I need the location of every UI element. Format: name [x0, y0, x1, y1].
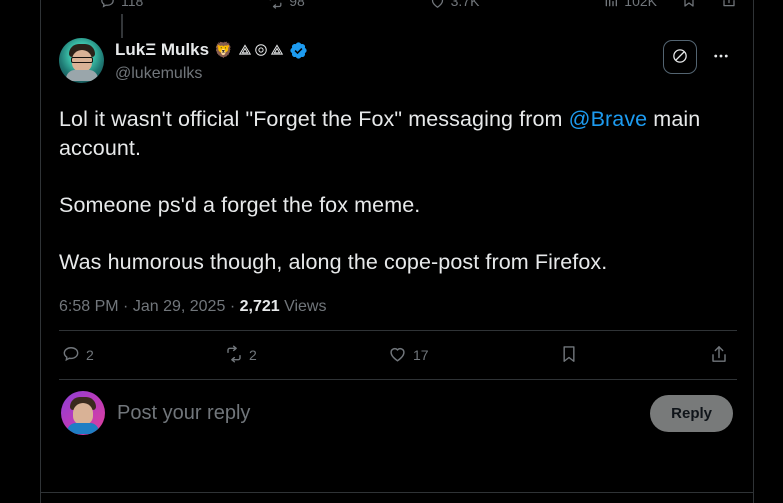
avatar-shirt: [67, 422, 99, 434]
post-container: LukΞ Mulks 🦁 @lukemulks Lol it wasn't of…: [41, 30, 753, 446]
more-options-icon: [712, 47, 730, 68]
author-names: LukΞ Mulks 🦁 @lukemulks: [115, 38, 308, 85]
author-handle[interactable]: @lukemulks: [115, 63, 308, 85]
bookmark-button[interactable]: [559, 344, 579, 367]
post-paragraph-2: Someone ps'd a forget the fox meme.: [59, 193, 421, 217]
share-icon: [709, 344, 729, 367]
like-button[interactable]: 17: [387, 343, 429, 367]
parent-view-count: 102K: [624, 0, 657, 9]
bookmark-icon: [559, 344, 579, 367]
more-options-button[interactable]: [705, 41, 737, 73]
post-text-part-1: Lol it wasn't official "Forget the Fox" …: [59, 107, 569, 131]
author-avatar[interactable]: [59, 38, 104, 83]
current-user-avatar[interactable]: [61, 391, 105, 435]
share-icon[interactable]: [721, 0, 737, 11]
meta-separator-1: ·: [123, 298, 129, 315]
reply-icon: [99, 0, 116, 10]
parent-like-metric[interactable]: 3.7K: [429, 0, 480, 10]
like-count: 17: [413, 347, 429, 363]
post-body-text: Lol it wasn't official "Forget the Fox" …: [59, 105, 705, 277]
avatar-shirt: [65, 70, 98, 82]
verified-badge-icon: [290, 41, 307, 59]
views-bar-chart-icon: [603, 0, 619, 9]
post-date: Jan 29, 2025: [132, 298, 226, 315]
share-button[interactable]: [709, 344, 729, 367]
timeline-column: 118 98 3.7K 102K LukΞ Mulks 🦁 @lukemulks…: [40, 0, 754, 503]
tweet-detail-viewport: 118 98 3.7K 102K LukΞ Mulks 🦁 @lukemulks…: [0, 0, 783, 503]
grok-button[interactable]: [663, 40, 697, 74]
post-views-count: 2,721: [239, 298, 280, 315]
display-name-row[interactable]: LukΞ Mulks 🦁: [115, 39, 308, 61]
parent-reply-metric[interactable]: 118: [99, 0, 143, 10]
post-header: LukΞ Mulks 🦁 @lukemulks: [59, 38, 737, 85]
parent-post-metrics-bar: 118 98 3.7K 102K: [41, 0, 753, 14]
glasses-icon: [70, 57, 93, 64]
parent-repost-count: 98: [289, 0, 305, 9]
post-time: 6:58 PM: [59, 298, 119, 315]
like-icon: [429, 0, 446, 10]
grok-icon: [671, 47, 689, 68]
parent-metrics-right-group: 102K: [603, 0, 737, 11]
avatar-face: [67, 396, 99, 434]
parent-views-metric[interactable]: 102K: [603, 0, 657, 9]
reply-button[interactable]: 2: [61, 344, 94, 367]
reply-submit-button[interactable]: Reply: [650, 394, 733, 432]
avatar-skin: [73, 402, 93, 425]
like-icon: [387, 343, 408, 367]
post-paragraph-3: Was humorous though, along the cope-post…: [59, 250, 608, 274]
author-display-name: LukΞ Mulks: [115, 40, 210, 59]
mention-link-brave[interactable]: @Brave: [569, 107, 648, 131]
repost-icon: [224, 344, 244, 367]
reply-composer: Post your reply Reply: [59, 380, 737, 446]
meta-separator-2: ·: [229, 298, 236, 315]
repost-count: 2: [249, 347, 257, 363]
reply-icon: [61, 344, 81, 367]
lion-emoji-icon: 🦁: [214, 41, 233, 59]
bookmark-icon[interactable]: [681, 0, 697, 11]
repost-button[interactable]: 2: [224, 344, 257, 367]
reply-count: 2: [86, 347, 94, 363]
post-metadata: 6:58 PM · Jan 29, 2025 · 2,721 Views: [59, 296, 737, 317]
parent-repost-metric[interactable]: 98: [267, 0, 305, 10]
post-views-label: Views: [284, 298, 327, 315]
triangle-circle-triangle-icon: [238, 43, 284, 57]
avatar-face: [65, 44, 98, 82]
parent-reply-count: 118: [121, 0, 144, 9]
post-header-actions: [663, 38, 737, 74]
post-paragraph-1: Lol it wasn't official "Forget the Fox" …: [59, 105, 705, 163]
post-action-bar: 2 2 17: [59, 331, 737, 379]
parent-like-count: 3.7K: [450, 0, 480, 9]
repost-icon: [267, 0, 284, 10]
bottom-divider: [41, 492, 753, 493]
reply-input[interactable]: Post your reply: [117, 402, 638, 425]
